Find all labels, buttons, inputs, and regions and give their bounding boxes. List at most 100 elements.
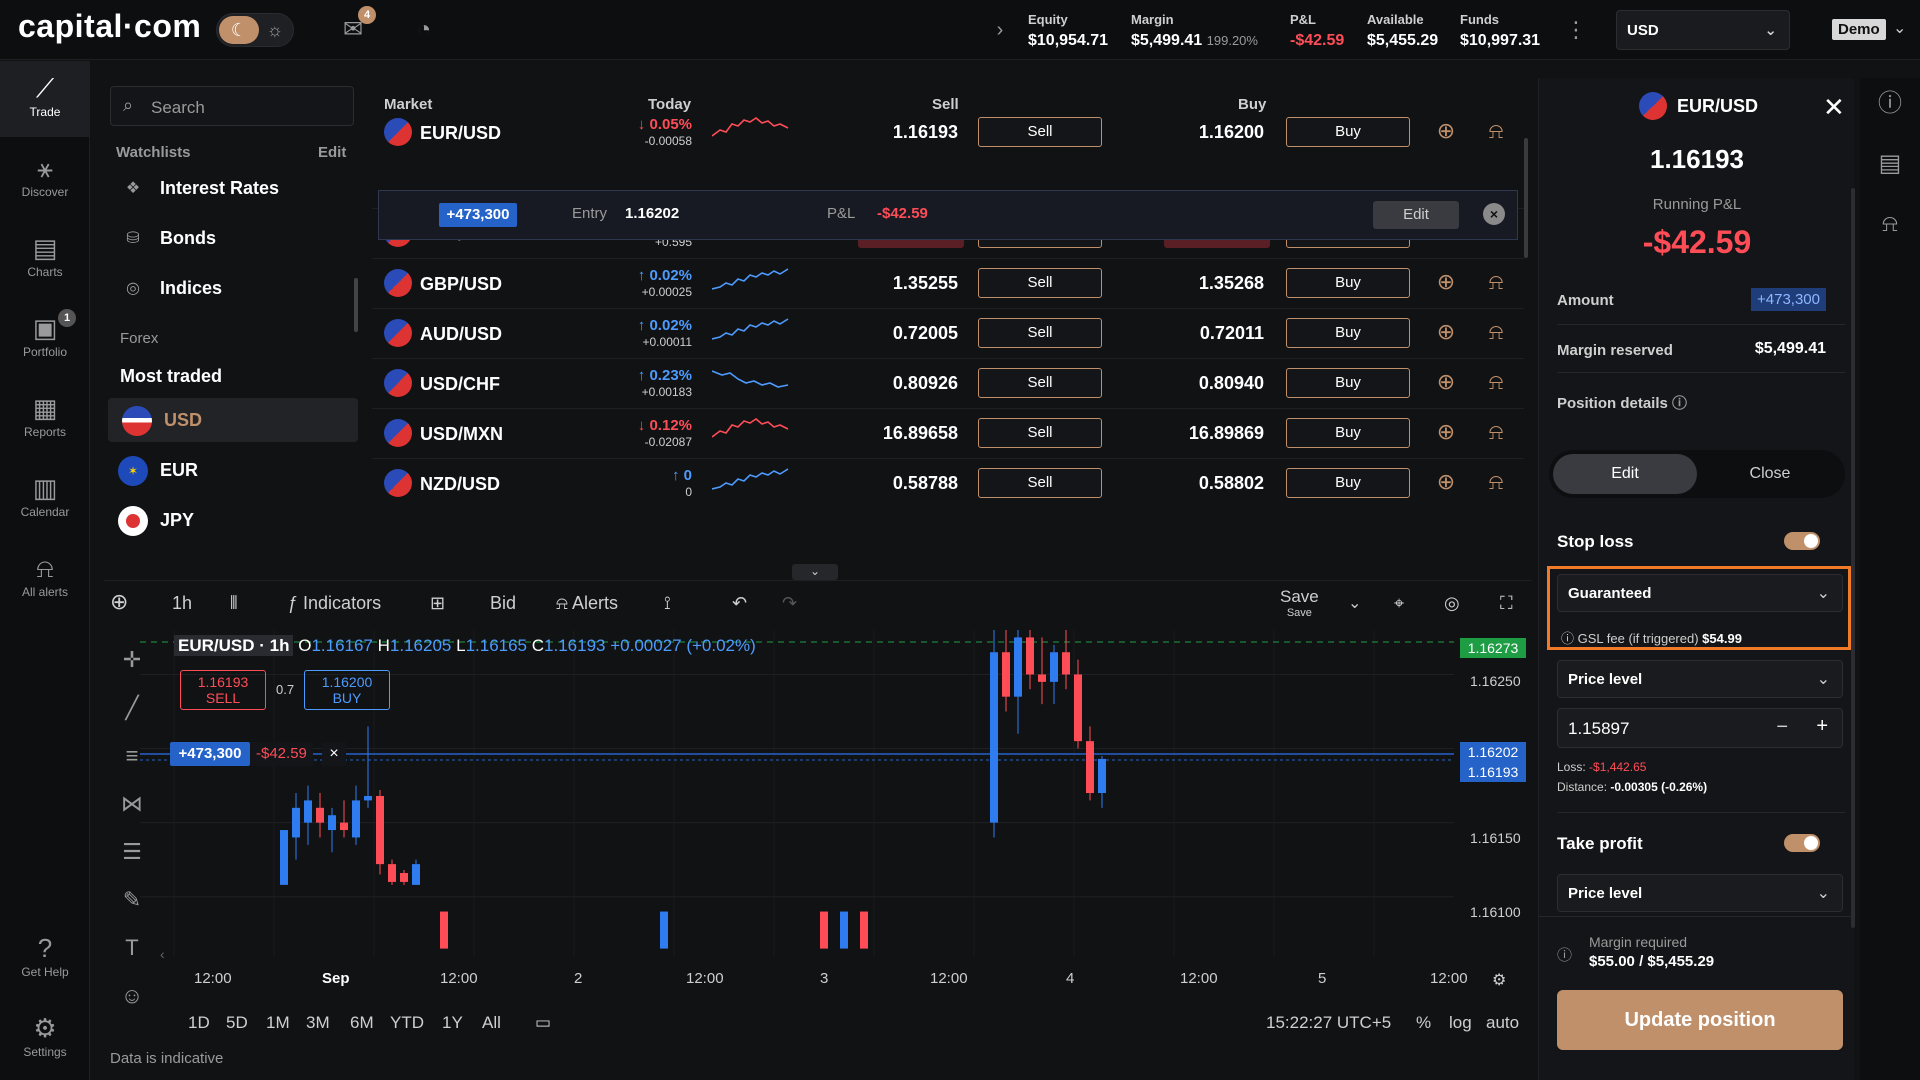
bid-button[interactable]: Bid (490, 593, 516, 614)
open-position-row[interactable]: +473,300 Entry 1.16202 P&L -$42.59 Edit … (378, 190, 1518, 240)
news-icon[interactable]: ▤ (1874, 148, 1906, 180)
add-icon[interactable]: ⊕ (110, 589, 128, 615)
chart-sell-button[interactable]: 1.16193 SELL (180, 670, 266, 710)
tp-price-level-select[interactable]: Price level ⌄ (1557, 874, 1843, 912)
market-name[interactable]: GBP/USD (420, 274, 502, 295)
add-to-watchlist-icon[interactable]: ⊕ (1432, 268, 1460, 296)
range-3m[interactable]: 3M (306, 1013, 330, 1033)
market-row-nzd-usd[interactable]: NZD/USD ↑ 0 0 0.58788 Sell 0.58802 Buy ⊕ ⍾ (372, 458, 1524, 508)
watchlist-item-indices[interactable]: ◎ Indices (118, 266, 358, 310)
chevron-right-icon[interactable]: › (984, 14, 1016, 46)
range-all[interactable]: All (482, 1013, 501, 1033)
sell-button[interactable]: Sell (978, 468, 1102, 498)
add-to-watchlist-icon[interactable]: ⊕ (1432, 418, 1460, 446)
market-row-usd-chf[interactable]: USD/CHF ↑ 0.23% +0.00183 0.80926 Sell 0.80940… (372, 358, 1524, 408)
currency-item-usd[interactable]: USD (108, 398, 358, 442)
currency-item-jpy[interactable]: JPY (118, 498, 358, 542)
sell-button[interactable]: Sell (978, 117, 1102, 147)
chart-position-amount[interactable]: +473,300 (170, 742, 250, 766)
collapse-chevron-icon[interactable]: ⌄ (792, 564, 838, 580)
log-toggle[interactable]: log (1449, 1013, 1472, 1033)
market-name[interactable]: AUD/USD (420, 324, 502, 345)
market-row-aud-usd[interactable]: AUD/USD ↑ 0.02% +0.00011 0.72005 Sell 0.72011… (372, 308, 1524, 358)
chart-settings-icon[interactable]: ◎ (1444, 593, 1460, 614)
buy-button[interactable]: Buy (1286, 268, 1410, 298)
sell-button[interactable]: Sell (978, 418, 1102, 448)
nav-discover[interactable]: ⚹ Discover (0, 141, 90, 217)
add-to-watchlist-icon[interactable]: ⊕ (1432, 117, 1460, 145)
notification-bell-icon[interactable]: ⍾ (1874, 208, 1906, 240)
range-1m[interactable]: 1M (266, 1013, 290, 1033)
panel-scrollbar[interactable] (1851, 188, 1855, 928)
market-name[interactable]: NZD/USD (420, 474, 500, 495)
market-row-eur-usd[interactable]: EUR/USD ↓ 0.05% -0.00058 1.16193 Sell 1.16200… (372, 108, 1524, 158)
save-chevron-icon[interactable]: ⌄ (1348, 593, 1361, 613)
tab-edit[interactable]: Edit (1553, 454, 1697, 494)
range-1y[interactable]: 1Y (442, 1013, 463, 1033)
market-scrollbar[interactable] (1524, 138, 1528, 258)
price-alert-icon[interactable]: ⍾ (1482, 418, 1510, 446)
price-alert-icon[interactable]: ⍾ (1482, 117, 1510, 145)
pie-chart-icon[interactable]: ◔ (408, 14, 440, 46)
clock-time[interactable]: 15:22:27 UTC+5 (1266, 1013, 1391, 1033)
sell-button[interactable]: Sell (978, 268, 1102, 298)
price-alert-icon[interactable]: ⍾ (1482, 318, 1510, 346)
account-chevron-icon[interactable]: ⌄ (1893, 18, 1906, 38)
account-badge[interactable]: Demo (1832, 19, 1886, 40)
range-5d[interactable]: 5D (226, 1013, 248, 1033)
add-to-watchlist-icon[interactable]: ⊕ (1432, 368, 1460, 396)
range-1d[interactable]: 1D (188, 1013, 210, 1033)
watchlists-edit[interactable]: Edit (318, 144, 346, 161)
market-row-usd-mxn[interactable]: USD/MXN ↓ 0.12% -0.02087 16.89658 Sell 16.898… (372, 408, 1524, 458)
price-alert-icon[interactable]: ⍾ (1482, 268, 1510, 296)
watchlist-item-bonds[interactable]: ⛁ Bonds (118, 216, 358, 260)
alerts-button[interactable]: ⍾ Alerts (556, 593, 618, 614)
position-details-link[interactable]: Position details ⓘ (1557, 392, 1687, 413)
theme-toggle[interactable]: ☾ ☼ (216, 13, 294, 47)
watchlist-scrollbar[interactable] (354, 278, 358, 332)
market-name[interactable]: USD/CHF (420, 374, 500, 395)
logo[interactable]: capital·com (18, 8, 201, 45)
axis-settings-icon[interactable]: ⚙ (1492, 970, 1506, 990)
close-position-icon[interactable]: × (1483, 203, 1505, 225)
range-ytd[interactable]: YTD (390, 1013, 424, 1033)
indicators-button[interactable]: ƒ Indicators (288, 593, 381, 614)
nav-charts[interactable]: ▤ Charts (0, 221, 90, 297)
buy-button[interactable]: Buy (1286, 468, 1410, 498)
more-vertical-icon[interactable]: ⋮ (1560, 14, 1592, 46)
buy-button[interactable]: Buy (1286, 368, 1410, 398)
add-to-watchlist-icon[interactable]: ⊕ (1432, 468, 1460, 496)
sl-value-stepper[interactable]: 1.15897 − + (1557, 708, 1843, 748)
auto-toggle[interactable]: auto (1486, 1013, 1519, 1033)
undo-icon[interactable]: ↶ (732, 593, 747, 614)
buy-button[interactable]: Buy (1286, 318, 1410, 348)
buy-button[interactable]: Buy (1286, 418, 1410, 448)
chart-close-position-icon[interactable]: × (322, 742, 346, 766)
tab-close[interactable]: Close (1699, 454, 1841, 494)
date-range-icon[interactable]: ▭ (535, 1013, 551, 1033)
plus-icon[interactable]: + (1816, 715, 1828, 738)
currency-select[interactable]: USD ⌄ (1616, 10, 1790, 50)
candle-type-icon[interactable]: ⫴ (230, 593, 238, 614)
minus-icon[interactable]: − (1776, 716, 1788, 739)
nav-get-help[interactable]: ? Get Help (0, 921, 90, 997)
interval-button[interactable]: 1h (172, 593, 192, 614)
market-name[interactable]: EUR/USD (420, 123, 501, 144)
nav-portfolio[interactable]: ▣ Portfolio 1 (0, 301, 90, 377)
chart-buy-button[interactable]: 1.16200 BUY (304, 670, 390, 710)
update-position-button[interactable]: Update position (1557, 990, 1843, 1050)
price-chart[interactable]: EUR/USD · 1h O1.16167 H1.16205 L1.16165 … (104, 626, 1532, 996)
nav-calendar[interactable]: ▥ Calendar (0, 461, 90, 537)
watchlist-item-interest-rates[interactable]: ❖ Interest Rates (118, 166, 358, 210)
stop-loss-toggle[interactable] (1784, 532, 1820, 550)
position-edit-button[interactable]: Edit (1373, 201, 1459, 229)
market-row-gbp-usd[interactable]: GBP/USD ↑ 0.02% +0.00025 1.35255 Sell 1.35268… (372, 258, 1524, 308)
market-name[interactable]: USD/MXN (420, 424, 503, 445)
sell-button[interactable]: Sell (978, 318, 1102, 348)
fullscreen-icon[interactable]: ⛶ (1500, 593, 1513, 614)
most-traded-header[interactable]: Most traded (120, 366, 222, 387)
nav-all-alerts[interactable]: ⍾ All alerts (0, 541, 90, 617)
nav-reports[interactable]: ▦ Reports (0, 381, 90, 457)
search-input[interactable]: ⌕ Search (110, 86, 354, 126)
quick-search-icon[interactable]: ⌖ (1394, 593, 1404, 614)
